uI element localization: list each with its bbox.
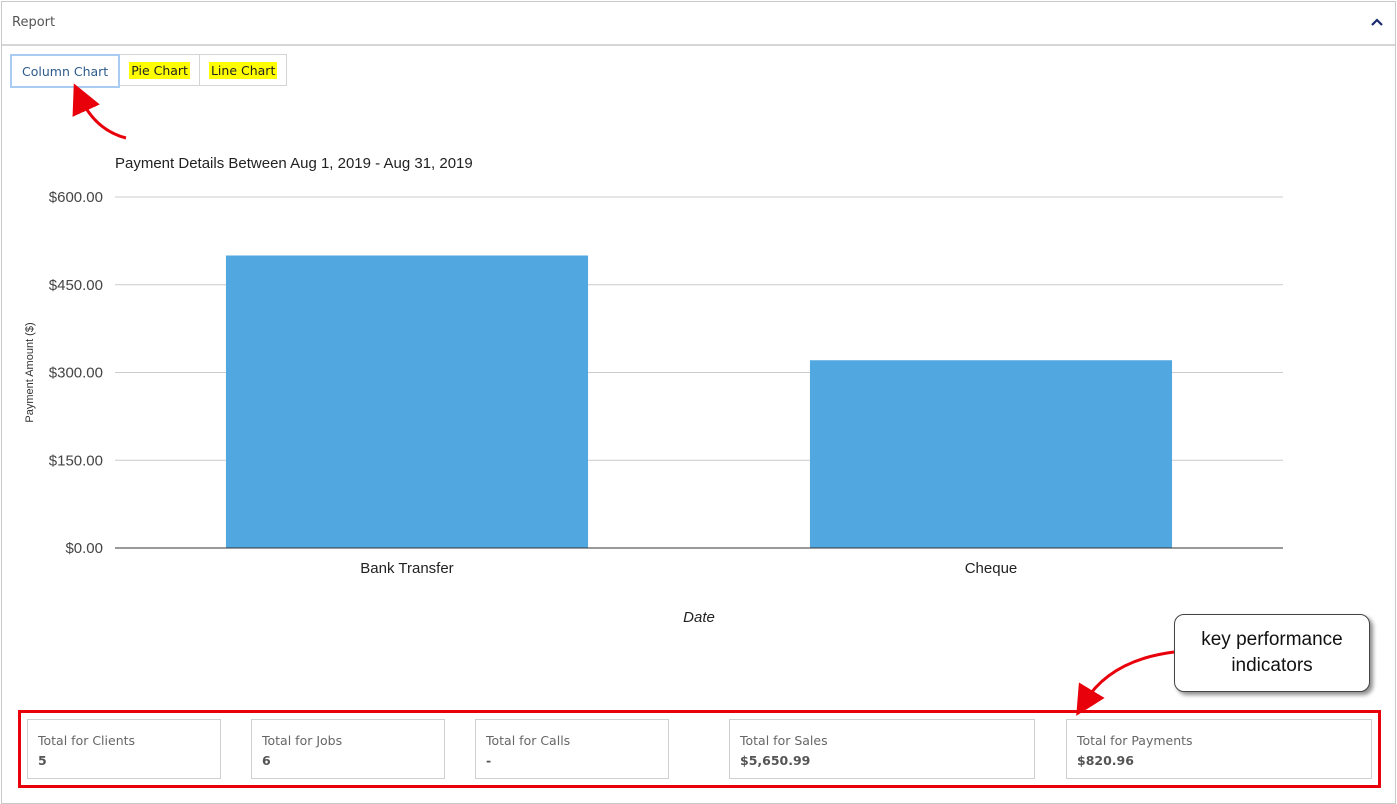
bars (225, 255, 1173, 549)
kpi-label: Total for Payments (1077, 733, 1193, 748)
kpi-label: Total for Calls (486, 733, 571, 748)
y-tick-labels: $0.00 $150.00 $300.00 $450.00 $600.00 (49, 189, 103, 557)
kpi-sales: Total for Sales $5,650.99 (729, 719, 1035, 779)
kpi-label: Total for Clients (38, 733, 136, 748)
y-tick-label: $300.00 (49, 365, 103, 382)
tab-pie-chart[interactable]: Pie Chart (120, 54, 200, 86)
tab-label: Line Chart (208, 61, 278, 79)
kpi-value: $820.96 (1077, 753, 1134, 768)
y-tick-label: $150.00 (49, 452, 103, 469)
y-tick-label: $450.00 (49, 277, 103, 294)
kpi-payments: Total for Payments $820.96 (1066, 719, 1372, 779)
bar-bank-transfer[interactable] (225, 255, 589, 549)
x-tick-labels: Bank Transfer Cheque (360, 560, 1017, 577)
kpi-clients: Total for Clients 5 (27, 719, 221, 779)
tab-column-chart[interactable]: Column Chart (10, 54, 121, 88)
kpi-value: $5,650.99 (740, 753, 811, 768)
kpi-annotation-frame: Total for Clients 5 Total for Jobs 6 Tot… (18, 710, 1381, 788)
kpi-value: - (486, 753, 492, 768)
chart-svg: Payment Details Between Aug 1, 2019 - Au… (24, 155, 1283, 626)
bar-cheque[interactable] (809, 360, 1173, 548)
kpi-jobs: Total for Jobs 6 (251, 719, 445, 779)
y-tick-label: $0.00 (65, 540, 103, 557)
chart-type-tabs: Column Chart Pie Chart Line Chart (10, 54, 288, 88)
kpi-label: Total for Sales (740, 733, 828, 748)
kpi-calls: Total for Calls - (475, 719, 669, 779)
chevron-up-icon[interactable] (1369, 14, 1385, 30)
tab-label: Pie Chart (129, 61, 190, 79)
x-tick-label: Bank Transfer (360, 560, 453, 577)
callout-text: key performance indicators (1201, 629, 1343, 676)
y-tick-label: $600.00 (49, 189, 103, 206)
tab-line-chart[interactable]: Line Chart (199, 54, 288, 86)
x-axis-label: Date (683, 609, 715, 626)
tab-label: Column Chart (22, 63, 109, 79)
kpi-value: 6 (262, 753, 271, 768)
kpi-label: Total for Jobs (262, 733, 343, 748)
panel-title: Report (12, 15, 56, 30)
x-tick-label: Cheque (965, 560, 1018, 577)
y-axis-label: Payment Amount ($) (24, 322, 36, 422)
kpi-value: 5 (38, 753, 47, 768)
column-chart: Payment Details Between Aug 1, 2019 - Au… (0, 140, 1397, 640)
chart-title: Payment Details Between Aug 1, 2019 - Au… (115, 155, 473, 172)
panel-header[interactable]: Report (2, 2, 1395, 46)
kpi-callout: key performance indicators (1174, 614, 1370, 692)
